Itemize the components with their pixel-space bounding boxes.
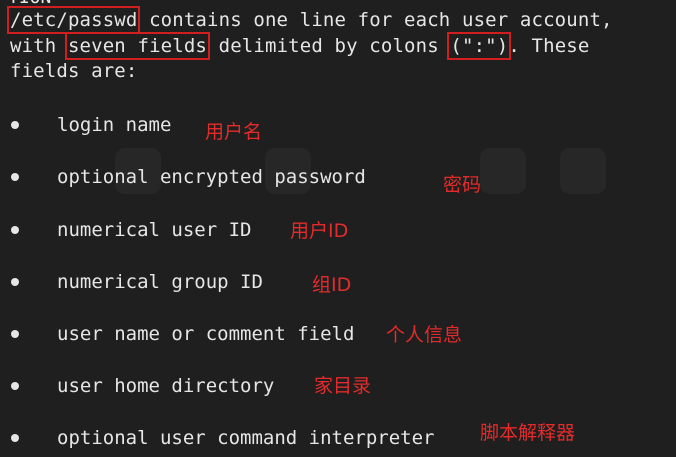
bullet-icon (11, 330, 19, 338)
field-shell: optional user command interpreter (57, 427, 435, 449)
note-comment: 个人信息 (386, 324, 463, 346)
note-login-name: 用户名 (205, 121, 263, 143)
intro-line-2-suffix: . These (508, 35, 590, 57)
note-password: 密码 (443, 174, 482, 196)
bullet-icon (11, 226, 19, 234)
intro-line-2: with seven fields delimited by colons ("… (10, 32, 590, 60)
field-user-id: numerical user ID (57, 219, 252, 241)
field-home-directory: user home directory (57, 375, 275, 397)
background-app-icon (560, 148, 606, 194)
background-app-icon (480, 148, 526, 194)
colon-delimiter-highlight: (":") (447, 32, 512, 60)
bullet-icon (11, 278, 19, 286)
field-group-id: numerical group ID (57, 271, 263, 293)
passwd-path: /etc/passwd (6, 6, 141, 34)
seven-fields-highlight: seven fields (64, 32, 211, 60)
field-comment: user name or comment field (57, 323, 355, 345)
note-group-id: 组ID (312, 274, 352, 296)
terminal-window: TION /etc/passwd contains one line for e… (0, 0, 676, 457)
note-home-directory: 家目录 (314, 375, 372, 397)
intro-line-1: /etc/passwd contains one line for each u… (6, 6, 613, 34)
intro-line-2-middle: delimited by colons (207, 35, 451, 57)
note-user-id: 用户ID (290, 220, 349, 242)
note-shell: 脚本解释器 (480, 422, 576, 444)
field-password: optional encrypted password (57, 166, 366, 188)
bullet-icon (11, 173, 19, 181)
intro-line-2-prefix: with (10, 35, 68, 57)
bullet-icon (11, 434, 19, 442)
cut-off-heading: TION (8, 0, 51, 8)
intro-line-1-text: contains one line for each user account, (137, 9, 613, 31)
bullet-icon (11, 382, 19, 390)
field-login-name: login name (57, 114, 172, 136)
intro-line-3: fields are: (10, 60, 138, 82)
bullet-icon (11, 121, 19, 129)
